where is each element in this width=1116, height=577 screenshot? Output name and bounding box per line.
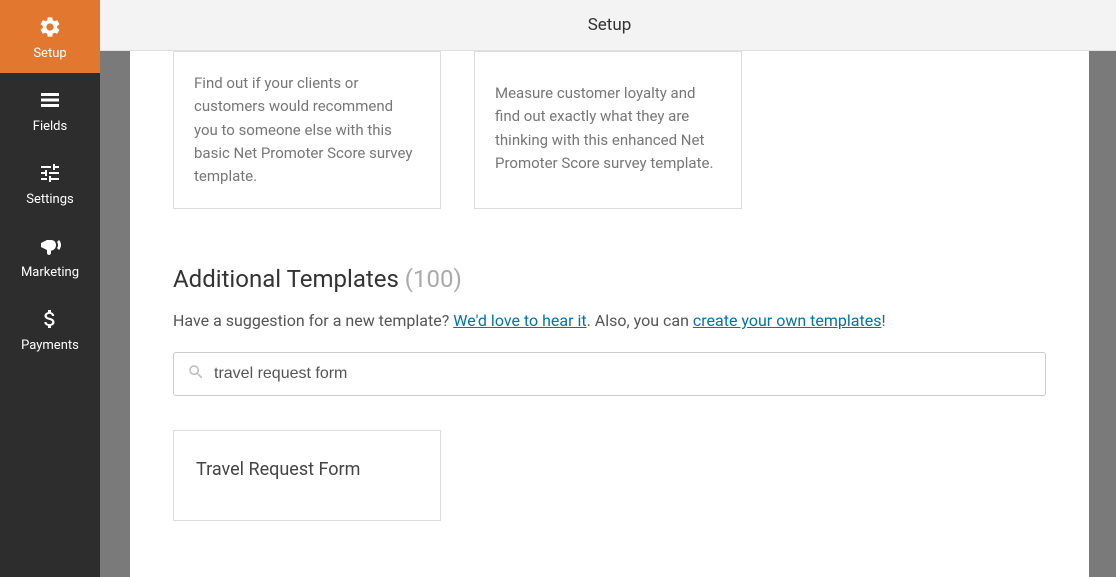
suggestion-link-feedback[interactable]: We'd love to hear it (453, 311, 586, 330)
suggestion-link-create[interactable]: create your own templates (693, 311, 882, 330)
template-card[interactable]: Find out if your clients or customers wo… (173, 51, 441, 209)
template-card[interactable]: Form Measure customer loyalty and find o… (474, 51, 742, 209)
main-area: Setup Find out if your clients or custom… (100, 0, 1116, 577)
template-count: (100) (405, 265, 462, 293)
sidebar: Setup Fields Settings Marketing Payments (0, 0, 100, 577)
gear-icon (38, 14, 62, 40)
sliders-icon (38, 160, 62, 186)
page-title: Setup (588, 15, 632, 35)
bullhorn-icon (38, 233, 62, 259)
suggestion-text: Have a suggestion for a new template? We… (173, 311, 1046, 330)
sidebar-item-marketing[interactable]: Marketing (0, 219, 100, 292)
sidebar-item-fields[interactable]: Fields (0, 73, 100, 146)
sidebar-item-setup[interactable]: Setup (0, 0, 100, 73)
template-cards-row: Find out if your clients or customers wo… (173, 51, 1046, 209)
content: Find out if your clients or customers wo… (130, 51, 1089, 577)
sidebar-item-label: Marketing (21, 265, 79, 280)
sidebar-item-label: Payments (21, 338, 79, 353)
template-card-description: Measure customer loyalty and find out ex… (495, 82, 721, 175)
sidebar-item-label: Settings (26, 192, 73, 207)
result-card-title: Travel Request Form (196, 459, 418, 480)
content-wrapper: Find out if your clients or customers wo… (100, 51, 1116, 577)
suggestion-middle: . Also, you can (587, 311, 693, 330)
template-card-description: Find out if your clients or customers wo… (194, 72, 420, 188)
template-search-input[interactable] (173, 352, 1046, 396)
result-cards-row: Travel Request Form (173, 430, 1046, 521)
page-header: Setup (100, 0, 1116, 51)
sidebar-item-label: Fields (33, 119, 67, 134)
additional-templates-heading: Additional Templates (100) (173, 265, 1046, 293)
list-icon (38, 87, 62, 113)
dollar-icon (38, 306, 62, 332)
sidebar-item-label: Setup (33, 46, 66, 61)
heading-text: Additional Templates (173, 265, 399, 293)
sidebar-item-settings[interactable]: Settings (0, 146, 100, 219)
result-card[interactable]: Travel Request Form (173, 430, 441, 521)
suggestion-suffix: ! (881, 311, 885, 330)
suggestion-prefix: Have a suggestion for a new template? (173, 311, 453, 330)
search-container (173, 352, 1046, 396)
sidebar-item-payments[interactable]: Payments (0, 292, 100, 365)
search-icon (187, 363, 205, 385)
